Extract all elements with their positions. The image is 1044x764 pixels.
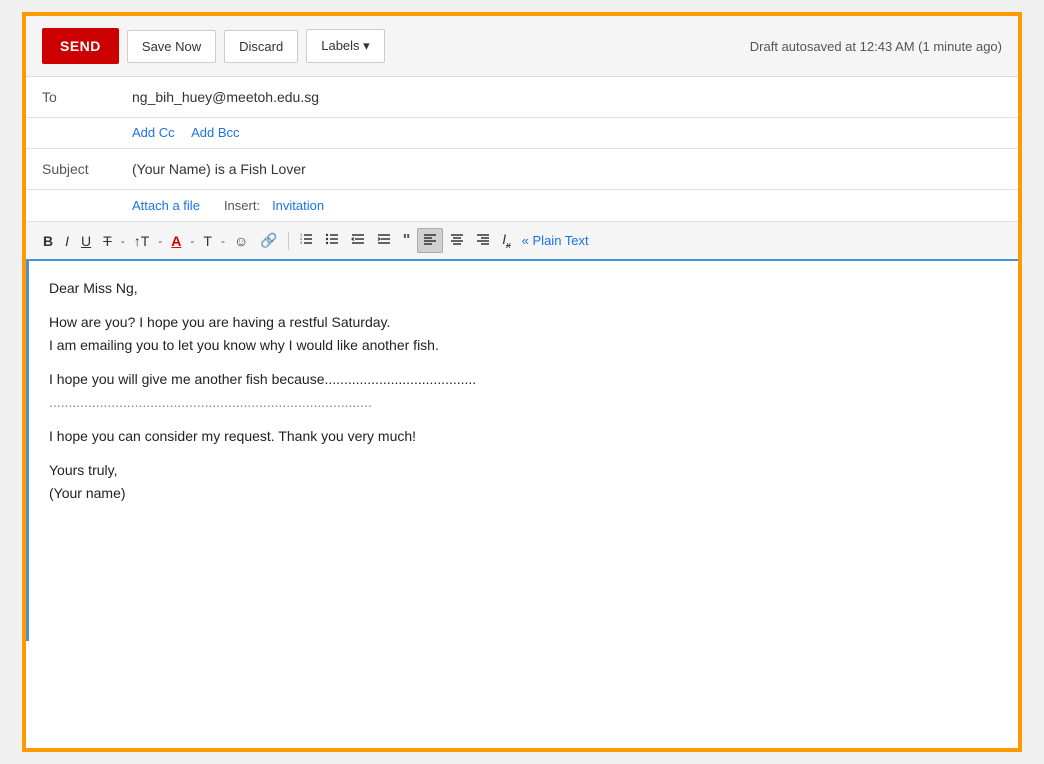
body-para1: How are you? I hope you are having a res… <box>49 311 998 356</box>
bullet-list-button[interactable] <box>320 229 344 252</box>
to-row: To <box>26 77 1018 118</box>
font-color-button[interactable]: A <box>166 230 186 252</box>
discard-button[interactable]: Discard <box>224 30 298 63</box>
draft-status: Draft autosaved at 12:43 AM (1 minute ag… <box>750 39 1002 54</box>
subject-field[interactable] <box>132 149 1002 189</box>
body-greeting: Dear Miss Ng, <box>49 277 998 299</box>
insert-label: Insert: <box>224 198 260 213</box>
add-bcc-link[interactable]: Add Bcc <box>191 125 239 140</box>
send-button[interactable]: SEND <box>42 28 119 64</box>
outdent-button[interactable] <box>346 229 370 252</box>
bold-button[interactable]: B <box>38 230 58 252</box>
to-label: To <box>42 77 132 117</box>
strikethrough-button[interactable]: T <box>98 230 117 252</box>
labels-button[interactable]: Labels ▾ <box>306 29 384 63</box>
attach-row: Attach a file Insert: Invitation <box>26 190 1018 222</box>
body-para3: I hope you can consider my request. Than… <box>49 425 998 447</box>
numbered-list-button[interactable]: 123 <box>294 229 318 252</box>
indent-button[interactable] <box>372 229 396 252</box>
align-left-button[interactable] <box>417 228 443 253</box>
to-field[interactable] <box>132 77 1002 117</box>
underline-button[interactable]: U <box>76 230 96 252</box>
body-closing: Yours truly, (Your name) <box>49 459 998 504</box>
align-center-button[interactable] <box>445 229 469 252</box>
cc-bcc-row: Add Cc Add Bcc <box>26 118 1018 149</box>
font-size-button[interactable]: ↑T <box>129 230 155 252</box>
svg-text:3: 3 <box>300 240 303 245</box>
italic-button[interactable]: I <box>60 230 74 252</box>
invitation-link[interactable]: Invitation <box>272 198 324 213</box>
email-body[interactable]: Dear Miss Ng, How are you? I hope you ar… <box>26 261 1018 641</box>
compose-toolbar: SEND Save Now Discard Labels ▾ Draft aut… <box>26 16 1018 77</box>
attach-file-link[interactable]: Attach a file <box>132 198 200 213</box>
add-cc-link[interactable]: Add Cc <box>132 125 175 140</box>
body-para2: I hope you will give me another fish bec… <box>49 368 998 413</box>
subject-row: Subject <box>26 149 1018 190</box>
clear-format-button[interactable]: Ix <box>497 228 515 253</box>
subject-label: Subject <box>42 149 132 189</box>
emoji-button[interactable]: ☺ <box>229 230 253 252</box>
text-bg-button[interactable]: T <box>198 230 217 252</box>
link-button[interactable]: 🔗 <box>255 229 282 252</box>
save-now-button[interactable]: Save Now <box>127 30 216 63</box>
formatting-toolbar: B I U T - ↑T - A - T - ☺ 🔗 123 <box>26 222 1018 261</box>
separator-1 <box>288 232 289 250</box>
quote-button[interactable]: " <box>398 229 416 253</box>
plain-text-link[interactable]: « Plain Text <box>522 233 589 248</box>
align-right-button[interactable] <box>471 229 495 252</box>
compose-area: To Add Cc Add Bcc Subject Attach a file … <box>26 77 1018 641</box>
compose-window: SEND Save Now Discard Labels ▾ Draft aut… <box>22 12 1022 752</box>
